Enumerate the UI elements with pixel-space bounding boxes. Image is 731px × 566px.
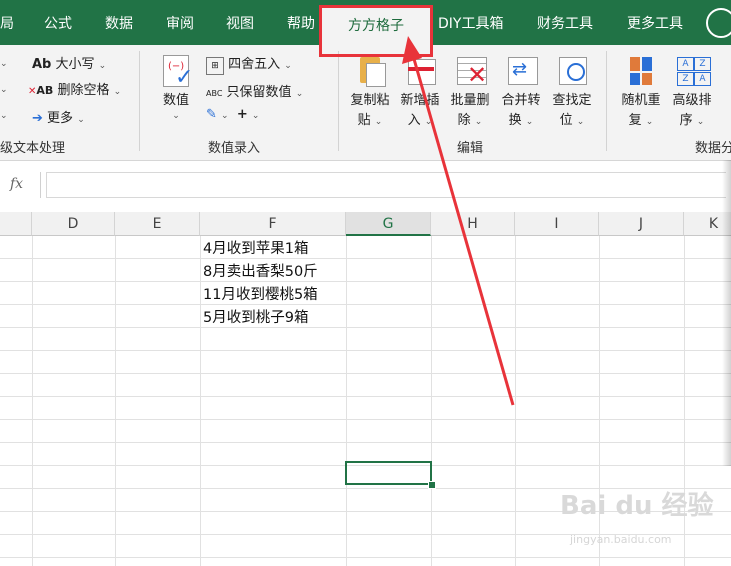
arrow-head (402, 36, 422, 64)
arrow-line (410, 51, 515, 406)
baidu-watermark-url: jingyan.baidu.com (570, 533, 672, 546)
baidu-watermark-logo: Bai du 经验 (560, 491, 714, 521)
annotation-arrow (402, 36, 515, 406)
